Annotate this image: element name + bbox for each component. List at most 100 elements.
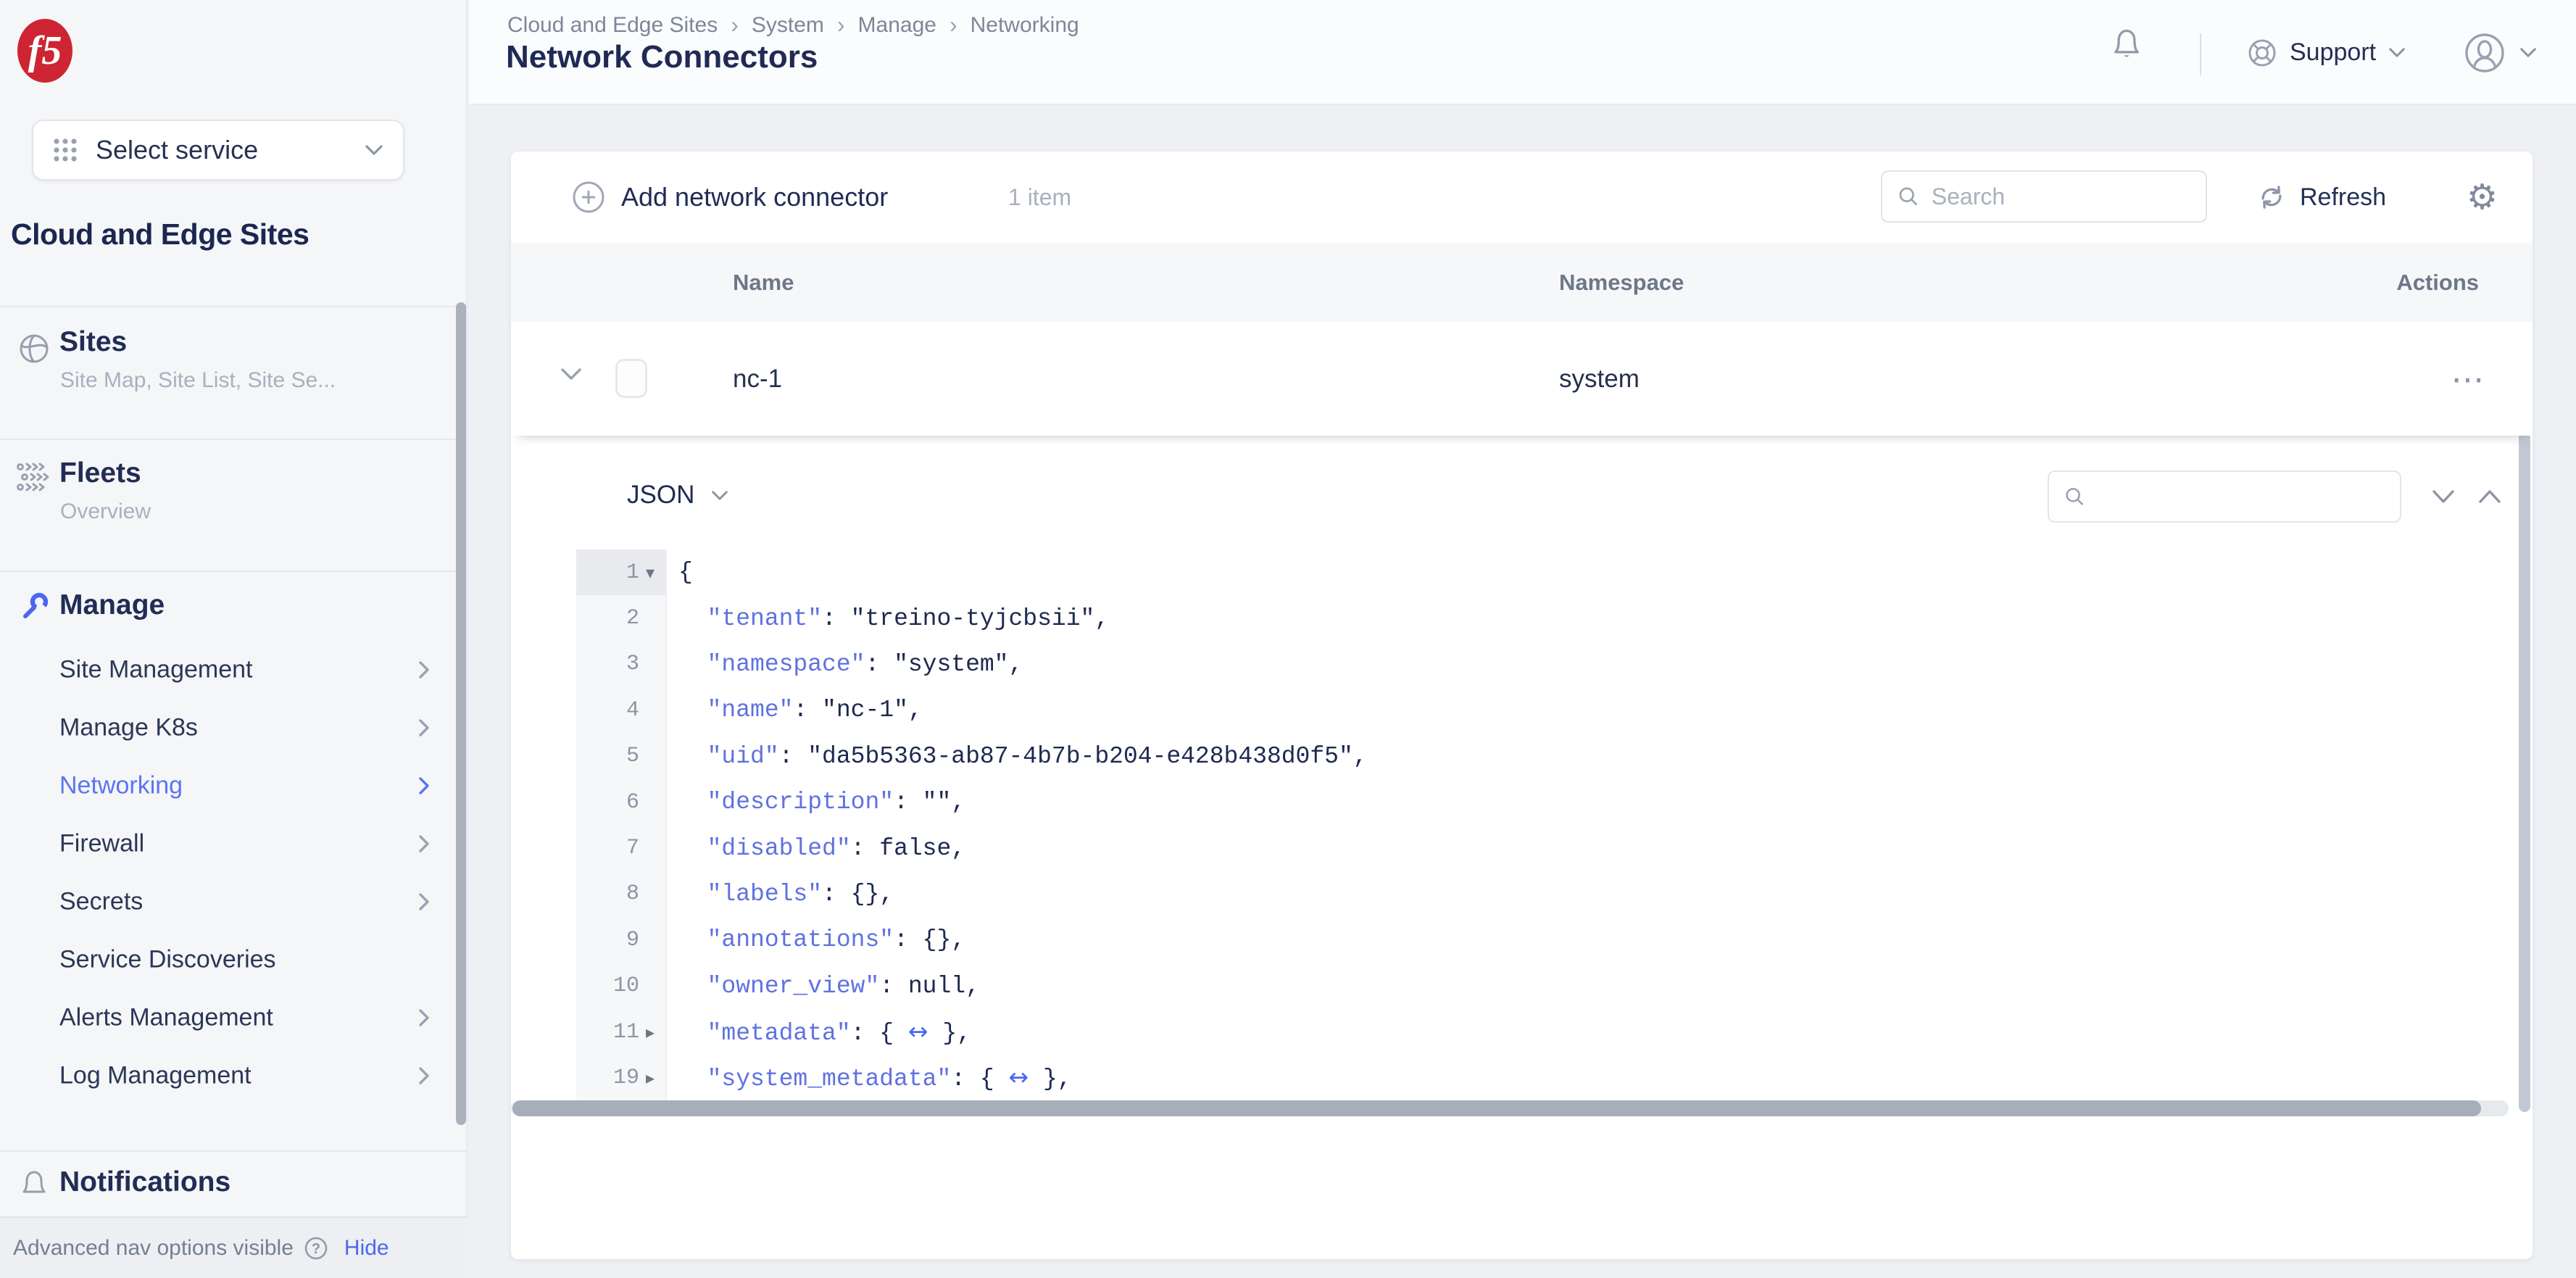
- add-network-connector-button[interactable]: Add network connector: [572, 152, 888, 243]
- code-line-text[interactable]: "uid": "da5b5363-ab87-4b7b-b204-e428b438…: [667, 743, 1368, 770]
- code-token-punc: [678, 605, 707, 632]
- apps-grid-icon: [52, 137, 78, 163]
- table-settings-button[interactable]: ⚙: [2467, 152, 2498, 243]
- sidebar-item-label: Log Management: [59, 1062, 252, 1090]
- line-number: 2: [626, 606, 639, 631]
- code-token-punc: :: [822, 605, 851, 632]
- code-token-key: "description": [707, 789, 894, 816]
- sidebar-item-fleets[interactable]: Fleets Overview: [0, 439, 468, 570]
- chevron-right-icon: [417, 776, 431, 796]
- code-line-text[interactable]: "labels": {},: [667, 881, 894, 908]
- code-line-text[interactable]: {: [667, 559, 693, 586]
- code-token-punc: :: [851, 835, 880, 862]
- sidebar-item-label: Secrets: [59, 888, 143, 916]
- fold-toggle-icon[interactable]: ▾: [639, 563, 661, 583]
- sidebar-item-log-management[interactable]: Log Management: [0, 1047, 468, 1105]
- chevron-right-icon: [417, 1066, 431, 1086]
- code-token-val: "treino-tyjcbsii": [851, 605, 1095, 632]
- breadcrumb-item[interactable]: Networking: [971, 13, 1079, 38]
- code-line[interactable]: 8 "labels": {},: [576, 871, 2504, 917]
- globe-icon: [17, 332, 51, 365]
- code-line-text[interactable]: "owner_view": null,: [667, 973, 980, 1000]
- code-line[interactable]: 9 "annotations": {},: [576, 917, 2504, 963]
- f5-logo[interactable]: f5: [17, 19, 72, 83]
- code-token-punc: :: [879, 973, 908, 1000]
- find-next-button[interactable]: [2430, 488, 2456, 505]
- horizontal-scrollbar-thumb[interactable]: [512, 1100, 2481, 1116]
- support-menu[interactable]: Support: [2246, 0, 2406, 105]
- row-checkbox[interactable]: [615, 359, 647, 398]
- json-mode-label: JSON: [627, 481, 694, 510]
- breadcrumb-item[interactable]: System: [752, 13, 824, 38]
- row-actions-menu[interactable]: ⋯: [2433, 322, 2506, 436]
- fold-toggle-icon[interactable]: ▸: [639, 1022, 661, 1042]
- line-number: 11: [613, 1020, 639, 1045]
- sidebar-item-label: Networking: [59, 772, 183, 800]
- fold-toggle-icon[interactable]: ▸: [639, 1068, 661, 1088]
- code-line[interactable]: 6 "description": "",: [576, 779, 2504, 825]
- sidebar-item-site-management[interactable]: Site Management: [0, 641, 468, 699]
- hide-advanced-nav-link[interactable]: Hide: [344, 1236, 389, 1261]
- code-token-key: "uid": [707, 743, 779, 770]
- help-circle-icon[interactable]: ?: [304, 1236, 328, 1261]
- column-header-name[interactable]: Name: [733, 243, 794, 322]
- f5-logo-text: f5: [28, 28, 62, 74]
- code-token-punc: [678, 651, 707, 678]
- sidebar-item-sites[interactable]: Sites Site Map, Site List, Site Se...: [0, 306, 468, 439]
- sidebar-item-fleets-subtitle: Overview: [60, 499, 151, 524]
- line-gutter: 4: [576, 687, 667, 733]
- sidebar-item-label: Service Discoveries: [59, 946, 276, 974]
- sidebar-item-notifications[interactable]: Notifications: [0, 1150, 468, 1216]
- row-name[interactable]: nc-1: [733, 322, 782, 436]
- select-service-button[interactable]: Select service: [32, 120, 404, 181]
- code-line[interactable]: 7 "disabled": false,: [576, 825, 2504, 871]
- code-line[interactable]: 11▸ "metadata": { ↔ },: [576, 1009, 2504, 1055]
- sidebar-item-firewall[interactable]: Firewall: [0, 815, 468, 873]
- sidebar-item-networking[interactable]: Networking: [0, 757, 468, 815]
- code-line-text[interactable]: "description": "",: [667, 789, 965, 816]
- refresh-button[interactable]: Refresh: [2256, 152, 2386, 243]
- table-search-input[interactable]: [1932, 183, 2191, 210]
- code-line[interactable]: 10 "owner_view": null,: [576, 963, 2504, 1009]
- account-menu[interactable]: [2464, 0, 2538, 105]
- chevron-right-icon: [417, 718, 431, 738]
- code-line[interactable]: 19▸ "system_metadata": { ↔ },: [576, 1055, 2504, 1100]
- code-line[interactable]: 1▾{: [576, 549, 2504, 595]
- sidebar-section-manage[interactable]: Manage: [0, 570, 468, 641]
- column-header-namespace[interactable]: Namespace: [1559, 243, 1684, 322]
- json-search-box: [2048, 470, 2401, 523]
- code-line[interactable]: 5 "uid": "da5b5363-ab87-4b7b-b204-e428b4…: [576, 734, 2504, 779]
- code-line[interactable]: 4 "name": "nc-1",: [576, 687, 2504, 733]
- sidebar-item-alerts-management[interactable]: Alerts Management: [0, 989, 468, 1047]
- code-line[interactable]: 2 "tenant": "treino-tyjcbsii",: [576, 595, 2504, 641]
- manage-submenu: Site ManagementManage K8s Networking Firew…: [0, 641, 468, 1105]
- refresh-icon: [2256, 182, 2287, 212]
- code-token-punc: [678, 973, 707, 1000]
- breadcrumb-item[interactable]: Cloud and Edge Sites: [507, 13, 718, 38]
- sidebar-item-secrets[interactable]: Secrets: [0, 873, 468, 931]
- sidebar-item-manage-k8s[interactable]: Manage K8s: [0, 699, 468, 757]
- json-search-input[interactable]: [2096, 484, 2385, 510]
- notifications-bell-button[interactable]: [2108, 26, 2145, 62]
- line-gutter: 5: [576, 734, 667, 779]
- code-line-text[interactable]: "name": "nc-1",: [667, 697, 923, 723]
- breadcrumb-item[interactable]: Manage: [858, 13, 936, 38]
- column-header-actions: Actions: [2396, 243, 2479, 322]
- code-line-text[interactable]: "metadata": { ↔ },: [667, 1017, 971, 1047]
- collapse-row-icon[interactable]: [559, 366, 583, 382]
- code-line-text[interactable]: "tenant": "treino-tyjcbsii",: [667, 605, 1109, 632]
- code-line-text[interactable]: "system_metadata": { ↔ },: [667, 1063, 1072, 1092]
- sidebar-scrollbar[interactable]: [456, 302, 466, 1125]
- vertical-scrollbar-thumb[interactable]: [2519, 322, 2530, 1112]
- code-token-punc: :: [894, 789, 923, 816]
- find-previous-button[interactable]: [2477, 488, 2503, 505]
- horizontal-scrollbar[interactable]: [511, 1100, 2509, 1116]
- line-gutter: 3: [576, 642, 667, 687]
- code-line-text[interactable]: "namespace": "system",: [667, 651, 1023, 678]
- json-mode-dropdown[interactable]: JSON: [627, 481, 729, 510]
- code-line-text[interactable]: "annotations": {},: [667, 926, 965, 953]
- code-token-punc: :: [793, 697, 822, 723]
- code-line[interactable]: 3 "namespace": "system",: [576, 642, 2504, 687]
- code-line-text[interactable]: "disabled": false,: [667, 835, 965, 862]
- sidebar-item-service-discoveries[interactable]: Service Discoveries: [0, 931, 468, 989]
